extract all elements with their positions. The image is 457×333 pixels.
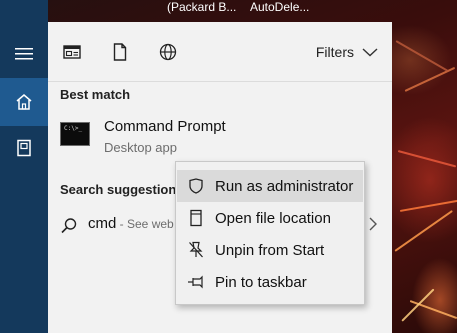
taskbar-item-packard[interactable]: (Packard B... <box>167 0 236 14</box>
documents-filter-button[interactable] <box>108 40 132 64</box>
menu-item-open-file-location[interactable]: Open file location <box>177 202 363 234</box>
chevron-right-icon[interactable] <box>368 216 378 232</box>
hamburger-icon <box>15 48 33 60</box>
filters-dropdown[interactable]: Filters <box>316 42 378 62</box>
command-prompt-icon-text: C:\>_ <box>64 125 83 132</box>
documents-icon <box>113 43 127 61</box>
folder-location-icon <box>177 202 215 234</box>
command-prompt-icon: C:\>_ <box>60 122 90 146</box>
filters-label: Filters <box>315 44 354 60</box>
menu-item-run-as-administrator[interactable]: Run as administrator <box>177 170 363 202</box>
search-suggestions-heading: Search suggestions <box>60 182 184 197</box>
apps-filter-button[interactable] <box>60 40 84 64</box>
unpin-icon <box>177 234 215 266</box>
menu-item-unpin-from-start[interactable]: Unpin from Start <box>177 234 363 266</box>
firework-streak <box>397 150 457 168</box>
web-icon <box>159 43 177 61</box>
suggestion-text: cmd - See web <box>88 215 174 232</box>
home-icon <box>16 94 32 110</box>
menu-item-label: Run as administrator <box>215 177 354 195</box>
context-menu: Run as administrator Open file location … <box>175 161 365 305</box>
document-icon <box>17 139 31 157</box>
menu-item-pin-to-taskbar[interactable]: Pin to taskbar <box>177 266 363 298</box>
suggestion-query: cmd <box>88 215 117 232</box>
chevron-down-icon <box>362 48 378 57</box>
pin-icon <box>177 266 215 298</box>
search-icon <box>61 218 77 234</box>
documents-button[interactable] <box>0 124 48 172</box>
result-title: Command Prompt <box>104 118 226 135</box>
taskbar-item-autodelete[interactable]: AutoDele... <box>250 0 309 14</box>
firework-streak <box>399 199 457 212</box>
firework-streak <box>401 288 435 322</box>
suggestion-suffix: - See web <box>116 217 174 231</box>
menu-item-label: Pin to taskbar <box>215 273 307 291</box>
menu-item-label: Open file location <box>215 209 331 227</box>
best-match-heading: Best match <box>60 87 131 102</box>
menu-button[interactable] <box>0 30 48 78</box>
home-button[interactable] <box>0 78 48 126</box>
web-filter-button[interactable] <box>156 40 180 64</box>
firework-streak <box>395 40 449 72</box>
apps-icon <box>63 45 81 59</box>
search-filter-toolbar: Filters <box>48 22 392 82</box>
firework-streak <box>394 210 453 252</box>
start-rail <box>0 0 48 333</box>
result-subtitle: Desktop app <box>104 140 177 155</box>
menu-item-label: Unpin from Start <box>215 241 325 259</box>
shield-icon <box>177 170 215 202</box>
